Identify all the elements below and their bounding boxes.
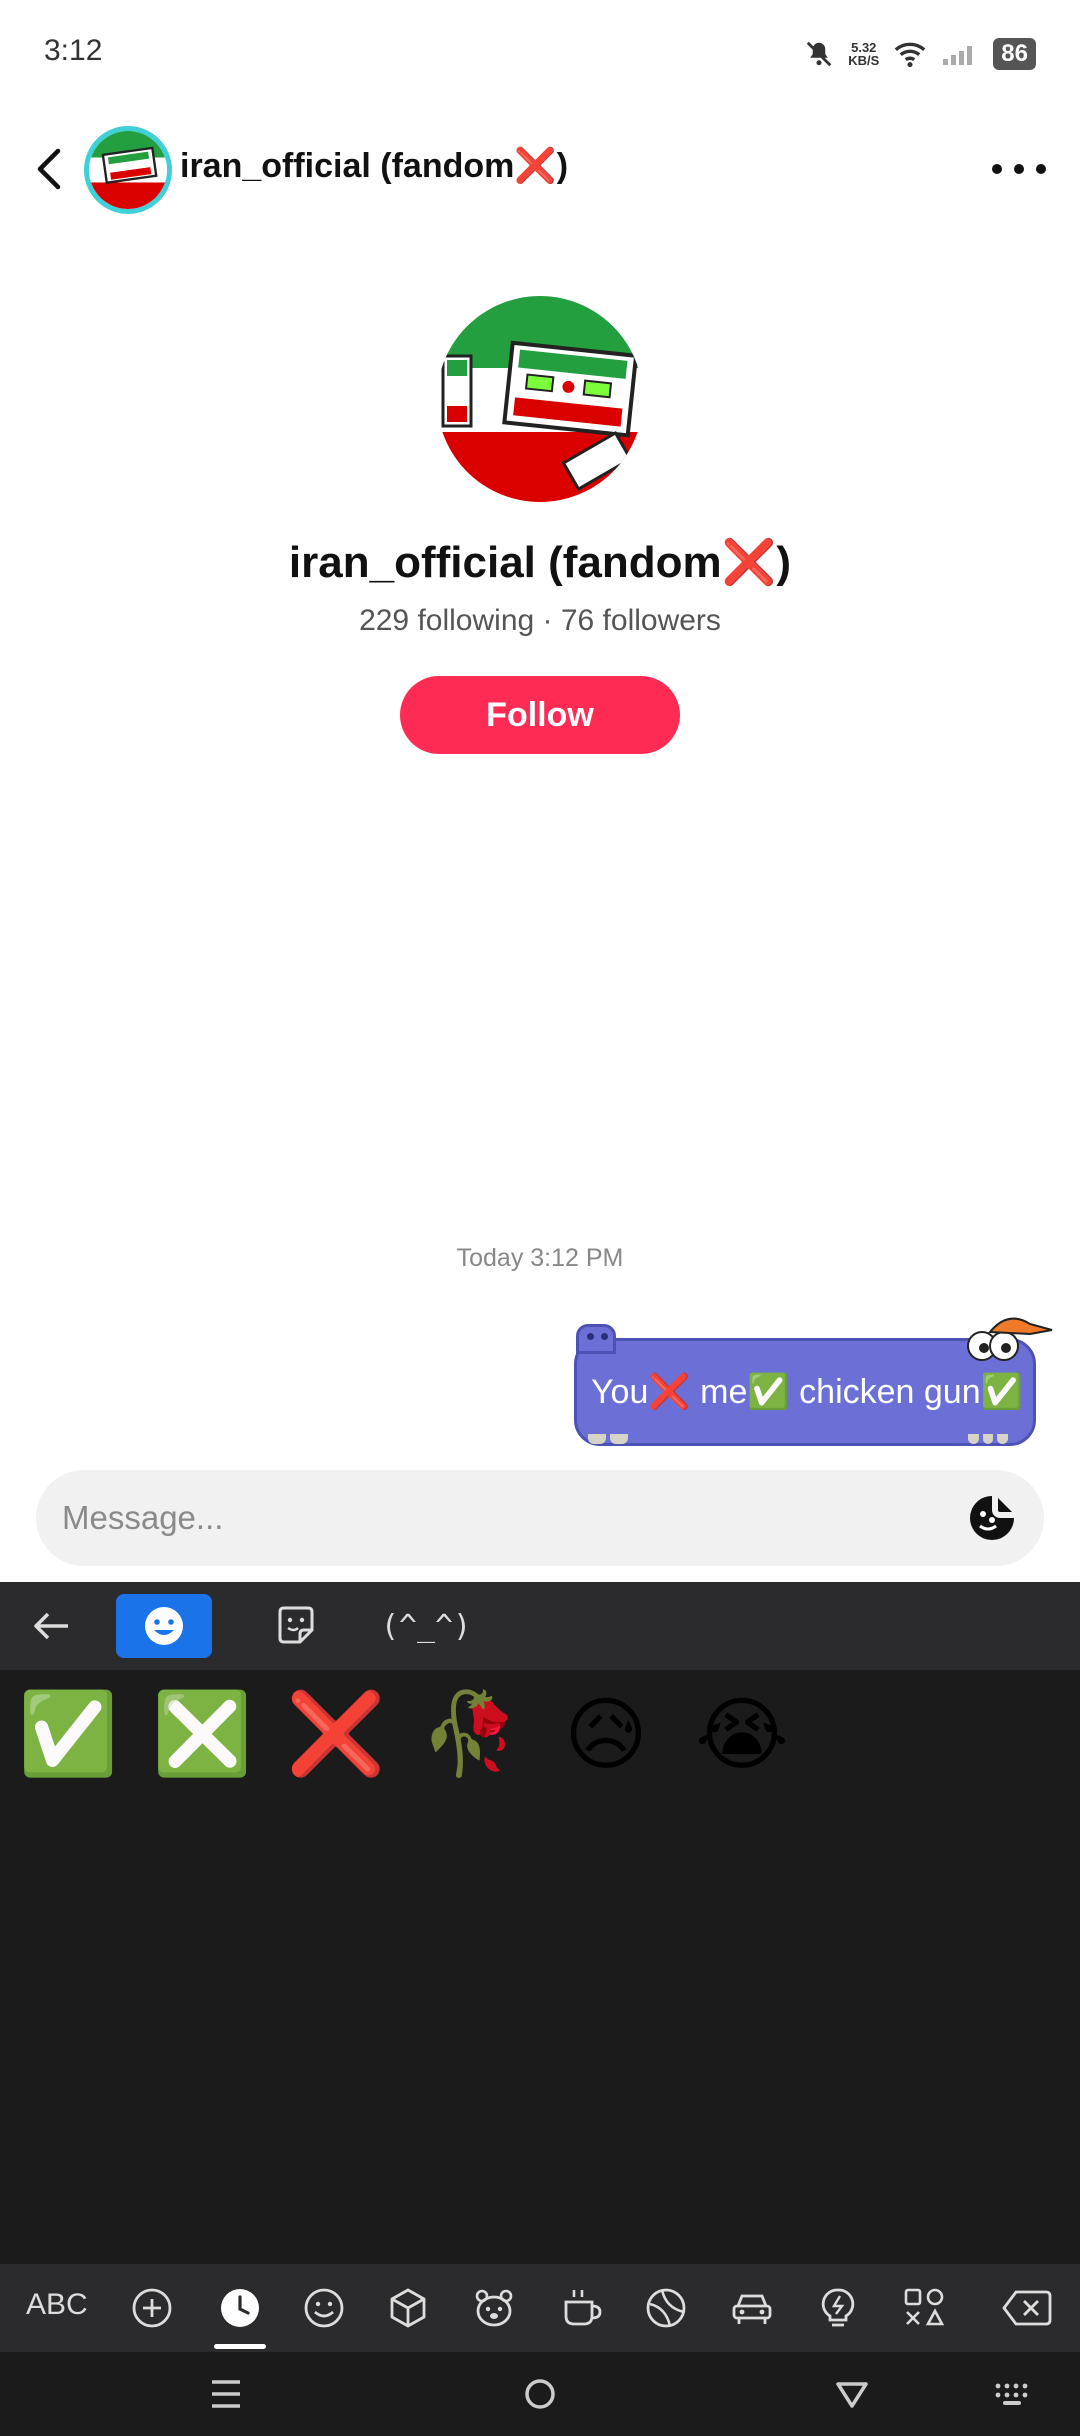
flag-avatar-image [437,296,643,502]
animal-icon[interactable] [472,2286,516,2330]
sticker-icon [278,1606,314,1644]
sticker-tab[interactable] [264,1594,328,1658]
food-icon[interactable] [560,2286,604,2330]
symbols-icon[interactable] [902,2286,946,2330]
smiley-icon[interactable] [302,2286,346,2330]
follow-button[interactable]: Follow [400,676,680,754]
bubble-feet-left [588,1434,628,1444]
backspace-icon[interactable] [1002,2286,1052,2330]
critter-cap-decoration [967,1317,1053,1361]
status-bar: 3:12 5.32 KB/S 86 [0,0,1080,108]
message-timestamp: Today 3:12 PM [456,1244,624,1272]
back-arrow-icon [37,148,61,190]
more-dots-icon [992,164,1002,174]
recent-icon[interactable] [218,2286,262,2330]
more-dot [1014,164,1024,174]
profile-name: iran_official (fandom❌) [288,538,792,587]
recent-emoji-sad-sweat[interactable]: 😥 [560,1688,652,1781]
mute-bell-icon [807,41,832,67]
recent-emoji-cross-box[interactable]: ❎ [152,1687,252,1780]
keyboard-grid-icon[interactable] [988,2370,1036,2418]
message-text: You❌ me✅ chicken gun✅ [591,1373,1023,1411]
emoji-panel: ✅ ❎ ❌ 🥀 😥 😭 [0,1670,1080,2264]
sticker-face-icon[interactable] [968,1494,1016,1542]
back-triangle-icon[interactable] [828,2370,876,2418]
bubble-ear-decoration [576,1324,616,1354]
message-input[interactable] [62,1470,962,1566]
chat-header: iran_official (fandom❌) [0,118,1080,222]
emoji-category-bar: ABC [0,2264,1080,2352]
smiley-icon [145,1607,183,1645]
recent-emoji-cross[interactable]: ❌ [286,1687,386,1780]
bubble-feet-right [968,1434,1009,1444]
emoji-tab[interactable] [116,1594,212,1658]
chat-screen: { "status_bar": { "time": "3:12", "net_s… [0,0,1080,2436]
home-icon[interactable] [516,2370,564,2418]
more-dot [1036,164,1046,174]
back-button[interactable] [26,142,72,196]
profile-avatar[interactable] [437,296,643,502]
recent-emoji-check[interactable]: ✅ [18,1687,118,1780]
status-time: 3:12 [44,34,103,67]
recent-emoji-wilted-rose[interactable]: 🥀 [420,1687,520,1780]
flag-avatar-image [89,131,167,209]
header-title[interactable]: iran_official (fandom❌) [180,146,568,186]
profile-stats: 229 following · 76 followers [359,604,721,637]
more-options-button[interactable] [992,152,1046,186]
message-composer [36,1470,1044,1566]
message-bubble[interactable]: You❌ me✅ chicken gun✅ [570,1310,1056,1450]
cube-icon[interactable] [386,2286,430,2330]
wifi-icon [894,42,926,68]
battery-indicator: 86 [993,38,1036,70]
header-avatar[interactable] [84,126,172,214]
kaomoji-tab[interactable]: (^_^) [376,1594,476,1658]
recent-emoji-crying[interactable]: 😭 [695,1688,788,1781]
system-nav-bar [0,2352,1080,2436]
idea-icon[interactable] [816,2286,860,2330]
active-category-indicator [214,2344,266,2349]
net-speed: 5.32 KB/S [848,40,880,68]
keyboard-top-bar: (^_^) [0,1582,1080,1670]
menu-icon[interactable] [202,2370,250,2418]
keyboard-back-icon[interactable] [30,1604,74,1648]
status-icons: 5.32 KB/S 86 [804,34,1036,74]
signal-icon [943,46,973,65]
add-icon[interactable] [130,2286,174,2330]
sports-icon[interactable] [644,2286,688,2330]
abc-button[interactable]: ABC [26,2288,88,2322]
car-icon[interactable] [730,2286,774,2330]
